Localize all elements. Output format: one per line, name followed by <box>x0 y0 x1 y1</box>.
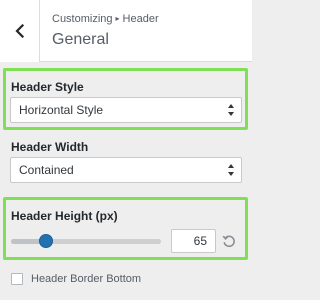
header-style-label: Header Style <box>11 80 84 94</box>
customizer-header: Customizing ▸ Header General <box>0 0 252 62</box>
select-arrows-icon <box>227 103 235 117</box>
back-button[interactable] <box>0 0 40 62</box>
header-height-slider[interactable] <box>11 234 161 248</box>
header-height-input[interactable]: 65 <box>171 229 216 253</box>
header-style-select[interactable]: Horizontal Style <box>10 97 242 123</box>
section-title: General <box>52 31 109 48</box>
header-width-value: Contained <box>19 163 74 177</box>
header-border-bottom-label: Header Border Bottom <box>31 273 142 285</box>
select-arrows-icon <box>227 163 235 177</box>
breadcrumb: Customizing ▸ Header <box>52 13 159 25</box>
header-width-select[interactable]: Contained <box>10 157 242 183</box>
breadcrumb-current: Header <box>122 13 159 25</box>
slider-thumb[interactable] <box>38 234 53 248</box>
reset-icon <box>222 235 235 248</box>
breadcrumb-root: Customizing <box>52 13 113 25</box>
breadcrumb-separator-icon: ▸ <box>115 14 120 23</box>
header-width-label: Header Width <box>11 140 89 154</box>
header-style-value: Horizontal Style <box>19 103 104 117</box>
header-height-label: Header Height (px) <box>11 209 118 223</box>
reset-button[interactable] <box>222 234 236 248</box>
chevron-left-icon <box>14 24 24 38</box>
header-border-bottom-checkbox[interactable] <box>11 273 23 285</box>
